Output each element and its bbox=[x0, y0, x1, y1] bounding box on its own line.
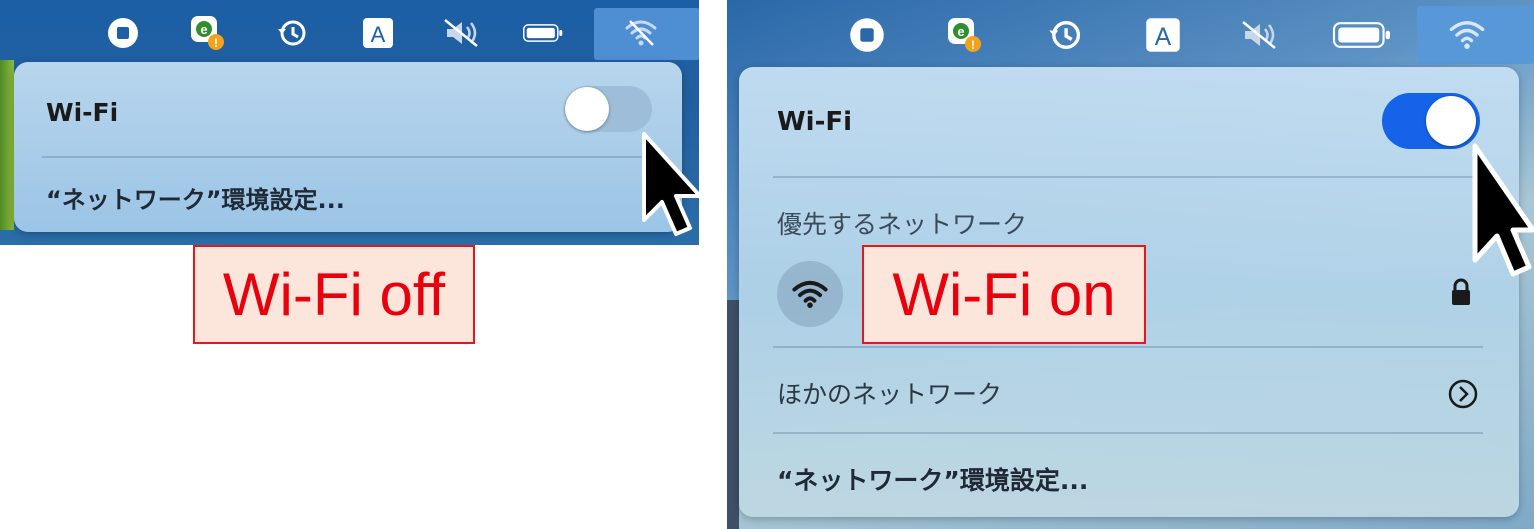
toggle-knob bbox=[1426, 96, 1476, 146]
chevron-right-circle-icon[interactable] bbox=[1447, 378, 1479, 410]
wifi-status-icon[interactable] bbox=[1239, 15, 1279, 55]
wifi-off-screenshot: e! A Wi-Fi “ネットワーク”環境設定... bbox=[0, 0, 699, 245]
wifi-toggle[interactable] bbox=[1382, 93, 1480, 149]
wifi-title: Wi-Fi bbox=[777, 107, 853, 137]
separator bbox=[773, 176, 1483, 178]
other-networks-item[interactable]: ほかのネットワーク bbox=[777, 375, 1002, 411]
wifi-menu: Wi-Fi “ネットワーク”環境設定... bbox=[14, 62, 682, 232]
network-settings-item[interactable]: “ネットワーク”環境設定... bbox=[46, 180, 345, 215]
overflow-icon bbox=[684, 13, 699, 53]
network-settings-item[interactable]: “ネットワーク”環境設定... bbox=[777, 461, 1088, 497]
network-row-icon[interactable] bbox=[777, 261, 843, 327]
svg-text:e: e bbox=[957, 24, 964, 39]
time-machine-icon[interactable] bbox=[1045, 15, 1085, 55]
battery-icon[interactable] bbox=[523, 13, 563, 53]
time-machine-icon[interactable] bbox=[272, 13, 312, 53]
wifi-signal-icon bbox=[792, 280, 828, 308]
cursor-arrow-icon bbox=[642, 132, 699, 236]
wifi-icon[interactable] bbox=[1447, 15, 1487, 55]
desktop-background bbox=[0, 60, 14, 230]
cursor-arrow-icon bbox=[1472, 143, 1534, 277]
wifi-on-label: Wi-Fi on bbox=[862, 245, 1146, 344]
separator bbox=[773, 432, 1483, 434]
security-agent-icon[interactable]: e! bbox=[188, 13, 228, 53]
separator bbox=[773, 346, 1483, 348]
menu-bar: e! A bbox=[0, 0, 699, 66]
wifi-off-icon[interactable] bbox=[621, 13, 661, 53]
svg-text:e: e bbox=[200, 22, 207, 37]
toggle-knob bbox=[565, 87, 609, 131]
wifi-status-icon[interactable] bbox=[441, 13, 481, 53]
wifi-toggle[interactable] bbox=[564, 86, 652, 132]
svg-text:!: ! bbox=[971, 38, 975, 52]
svg-text:A: A bbox=[1155, 24, 1172, 51]
menu-bar: e! A bbox=[727, 0, 1534, 66]
svg-text:A: A bbox=[371, 22, 386, 47]
stop-icon[interactable] bbox=[103, 13, 143, 53]
preferred-networks-header: 優先するネットワーク bbox=[777, 210, 1028, 239]
battery-icon[interactable] bbox=[1332, 15, 1392, 55]
input-source-icon[interactable]: A bbox=[1143, 15, 1183, 55]
desktop-background bbox=[727, 300, 739, 529]
wifi-off-label: Wi-Fi off bbox=[193, 245, 475, 344]
stop-icon[interactable] bbox=[847, 15, 887, 55]
input-source-icon[interactable]: A bbox=[358, 13, 398, 53]
svg-text:!: ! bbox=[214, 36, 218, 50]
separator bbox=[42, 156, 652, 158]
wifi-title: Wi-Fi bbox=[46, 98, 119, 127]
security-agent-icon[interactable]: e! bbox=[945, 15, 985, 55]
